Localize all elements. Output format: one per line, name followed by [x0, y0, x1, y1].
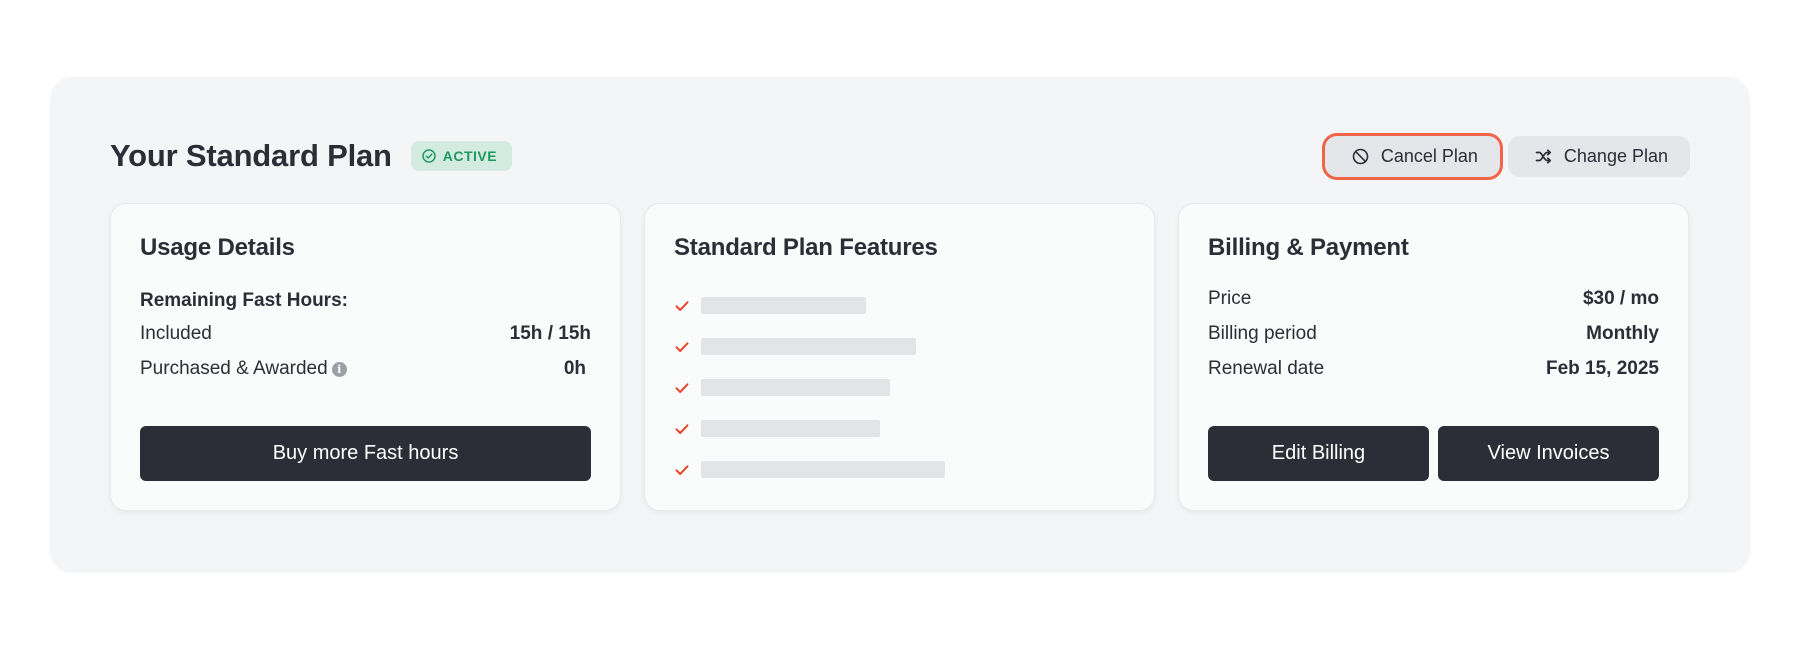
plan-actions: Cancel Plan Change Plan	[1324, 135, 1690, 177]
plan-header: Your Standard Plan ACTIVE Cancel Plan Ch…	[110, 132, 1690, 180]
card-title: Standard Plan Features	[674, 234, 938, 261]
cancel-plan-button[interactable]: Cancel Plan	[1324, 135, 1500, 177]
view-invoices-button[interactable]: View Invoices	[1438, 426, 1659, 481]
ban-icon	[1352, 148, 1369, 164]
edit-billing-button[interactable]: Edit Billing	[1208, 426, 1429, 481]
shuffle-icon	[1535, 148, 1551, 164]
redacted-feature-text	[701, 297, 866, 314]
card-title: Usage Details	[140, 234, 295, 261]
usage-row-purchased: Purchased & Awarded i 0h	[140, 351, 591, 386]
plan-features-card: Standard Plan Features	[644, 203, 1155, 511]
billing-row-period: Billing period Monthly	[1208, 316, 1659, 351]
billing-row-price: Price $30 / mo	[1208, 281, 1659, 316]
billing-payment-card: Billing & Payment Price $30 / mo Billing…	[1178, 203, 1689, 511]
redacted-feature-text	[701, 338, 916, 355]
check-icon	[675, 464, 689, 475]
cancel-plan-label: Cancel Plan	[1380, 145, 1478, 166]
row-value: 0h	[563, 357, 586, 379]
status-badge-label: ACTIVE	[442, 148, 498, 164]
buy-fast-hours-button[interactable]: Buy more Fast hours	[140, 426, 591, 481]
title-group: Your Standard Plan ACTIVE	[110, 138, 513, 174]
plan-cards: Usage Details Remaining Fast Hours: Incl…	[110, 203, 1689, 511]
row-label: Purchased & Awarded	[140, 357, 328, 379]
status-badge: ACTIVE	[410, 141, 513, 171]
usage-details-card: Usage Details Remaining Fast Hours: Incl…	[110, 203, 621, 511]
redacted-feature-text	[701, 461, 945, 478]
feature-item	[674, 326, 1125, 367]
subscription-panel: Your Standard Plan ACTIVE Cancel Plan Ch…	[50, 77, 1750, 573]
row-label: Included	[140, 322, 212, 344]
usage-row-included: Included 15h / 15h	[140, 316, 591, 351]
card-title: Billing & Payment	[1208, 234, 1409, 261]
row-label: Renewal date	[1208, 357, 1325, 379]
redacted-feature-text	[701, 379, 890, 396]
page-title: Your Standard Plan	[110, 138, 392, 173]
feature-item	[674, 367, 1125, 408]
feature-list	[674, 285, 1125, 490]
billing-rows: Price $30 / mo Billing period Monthly Re…	[1208, 281, 1659, 386]
billing-row-renewal: Renewal date Feb 15, 2025	[1208, 351, 1659, 386]
check-icon	[675, 423, 689, 434]
row-value: 15h / 15h	[509, 322, 591, 344]
redacted-feature-text	[701, 420, 880, 437]
row-value: $30 / mo	[1582, 287, 1659, 309]
row-value: Feb 15, 2025	[1545, 357, 1659, 379]
feature-item	[674, 285, 1125, 326]
feature-item	[674, 408, 1125, 449]
remaining-hours-heading: Remaining Fast Hours:	[140, 290, 348, 311]
check-circle-icon	[422, 149, 436, 163]
check-icon	[675, 300, 689, 311]
row-label: Billing period	[1208, 322, 1317, 344]
check-icon	[675, 341, 689, 352]
row-value: Monthly	[1586, 322, 1659, 344]
row-label: Price	[1208, 287, 1252, 309]
change-plan-button[interactable]: Change Plan	[1507, 135, 1690, 177]
change-plan-label: Change Plan	[1563, 145, 1668, 166]
row-label-group: Purchased & Awarded i	[140, 358, 347, 380]
check-icon	[675, 382, 689, 393]
info-icon[interactable]: i	[331, 361, 347, 377]
feature-item	[674, 449, 1125, 490]
